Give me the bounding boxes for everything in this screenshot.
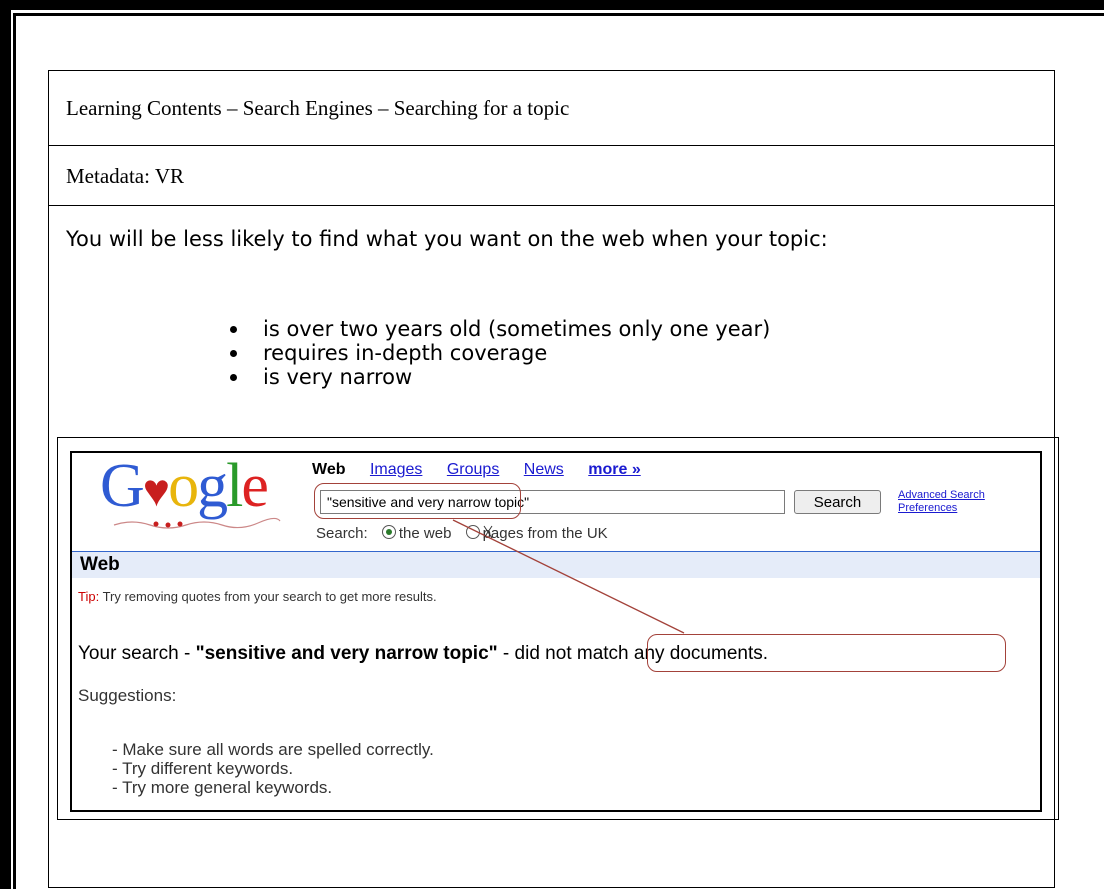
page-border-left (0, 0, 11, 889)
bullet-icon (230, 374, 237, 381)
suggestion-item: - Try more general keywords. (112, 778, 333, 797)
bullet-icon (230, 326, 237, 333)
suggestions-label: Suggestions: (78, 686, 177, 705)
metadata-text: Metadata: VR (66, 164, 185, 188)
description-row: You will be less likely to find what you… (49, 206, 1054, 436)
nav-groups[interactable]: Groups (447, 461, 499, 478)
tip-label: Tip: (78, 589, 100, 604)
bullet-item: is over two years old (sometimes only on… (49, 317, 770, 341)
search-button[interactable]: Search (794, 490, 881, 514)
bullet-list: is over two years old (sometimes only on… (49, 317, 770, 389)
page-border-top-inner (13, 13, 1104, 16)
google-nav: Web Images Groups News more » (312, 461, 661, 479)
bullet-item: is very narrow (49, 365, 770, 389)
title-row: Learning Contents – Search Engines – Sea… (49, 71, 1054, 146)
nav-news[interactable]: News (524, 461, 564, 478)
scope-uk-label: pages from the UK (482, 525, 608, 542)
search-highlight-callout (314, 483, 521, 519)
advanced-links: Advanced Search Preferences (898, 489, 985, 515)
nav-images[interactable]: Images (370, 461, 422, 478)
document-title: Learning Contents – Search Engines – Sea… (66, 96, 570, 120)
nav-web[interactable]: Web (312, 461, 345, 478)
logo-swirl-decoration (113, 517, 281, 529)
search-scope: Search: the web pages from the UK (316, 525, 608, 542)
radio-uk[interactable] (465, 525, 480, 539)
google-screenshot: G♥ogle Web Images Groups News more » "se… (70, 451, 1042, 812)
suggestion-item: - Try different keywords. (112, 759, 294, 778)
result-query: "sensitive and very narrow topic" (195, 643, 498, 664)
google-logo: G♥ogle (100, 452, 269, 520)
nav-more[interactable]: more » (588, 461, 640, 478)
suggestions-list: - Make sure all words are spelled correc… (112, 740, 434, 797)
tip-text: Tip: Try removing quotes from your searc… (78, 589, 437, 604)
advanced-search-link[interactable]: Advanced Search (898, 489, 985, 502)
bullet-item: requires in-depth coverage (49, 341, 770, 365)
scope-label: Search: (316, 525, 368, 542)
metadata-row: Metadata: VR (49, 146, 1054, 206)
preferences-link[interactable]: Preferences (898, 502, 985, 515)
radio-web[interactable] (381, 525, 396, 539)
no-match-highlight-callout (647, 634, 1006, 672)
page-border-left-inner (13, 14, 16, 889)
intro-text: You will be less likely to find what you… (66, 227, 828, 251)
bullet-icon (230, 350, 237, 357)
page-border-top (0, 0, 1104, 10)
suggestion-item: - Make sure all words are spelled correc… (112, 740, 434, 759)
scope-web-label: the web (398, 525, 452, 542)
results-header-bar: Web (72, 551, 1040, 578)
heart-icon: ♥ (142, 465, 170, 516)
results-header: Web (80, 554, 120, 575)
